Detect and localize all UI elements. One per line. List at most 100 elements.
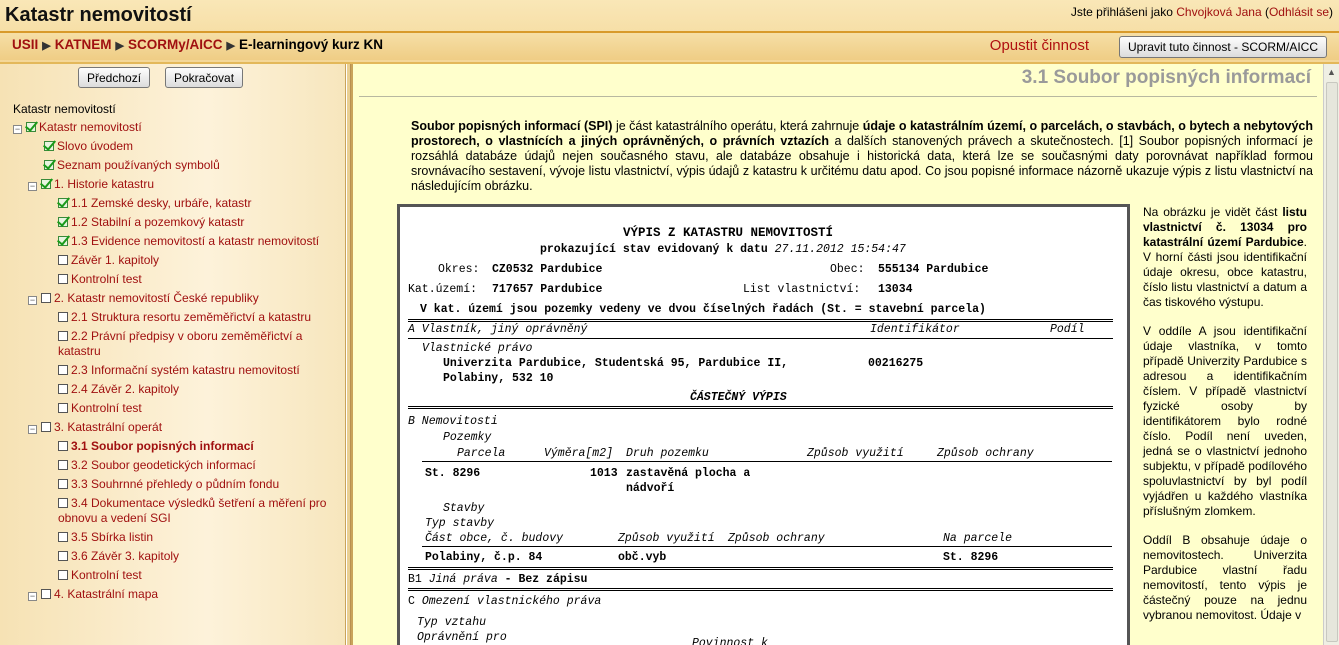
toc-item[interactable]: Kontrolní test <box>71 401 142 415</box>
incomplete-checkbox-icon <box>58 274 68 284</box>
typ-stavby-label: Typ stavby <box>425 517 495 530</box>
toc-item[interactable]: 1. Historie katastru <box>54 177 154 191</box>
completed-check-icon <box>44 160 54 170</box>
scrollbar-thumb[interactable] <box>1326 82 1338 642</box>
toc-item[interactable]: 3.3 Souhrnné přehledy o půdním fondu <box>71 477 279 491</box>
toc-item[interactable]: 1.3 Evidence nemovitostí a katastr nemov… <box>71 234 319 248</box>
identifikator-header: Identifikátor <box>870 323 960 336</box>
rule <box>408 406 1113 409</box>
extract-title: VÝPIS Z KATASTRU NEMOVITOSTÍ <box>623 226 834 240</box>
toc-item[interactable]: 2.1 Struktura resortu zeměměřictví a kat… <box>71 310 311 324</box>
completed-check-icon <box>58 217 68 227</box>
section-a-header: A Vlastník, jiný oprávněný <box>408 323 588 336</box>
toc-item[interactable]: Závěr 1. kapitoly <box>71 253 159 267</box>
user-link[interactable]: Chvojková Jana <box>1176 5 1261 19</box>
collapse-icon[interactable]: − <box>28 592 37 601</box>
breadcrumb-bar: USII ▶ KATNEM ▶ SCORMy/AICC ▶ E-learningový ku… <box>0 31 1339 60</box>
opravneni-label: Oprávnění pro <box>417 631 507 644</box>
row-vymera: 1013 <box>590 467 618 480</box>
owner-line-1: Univerzita Pardubice, Studentská 95, Par… <box>443 357 789 370</box>
povinnost-label: Povinnost k <box>692 637 768 645</box>
toc-item[interactable]: Seznam používaných symbolů <box>57 158 220 172</box>
rule <box>408 567 1113 570</box>
toc-item[interactable]: 2.4 Závěr 2. kapitoly <box>71 382 179 396</box>
obec-label: Obec: <box>830 263 865 276</box>
toc-item[interactable]: 2.3 Informační systém katastru nemovitos… <box>71 363 300 377</box>
collapse-icon[interactable]: − <box>28 182 37 191</box>
explanation-paragraph: V oddíle A jsou identifikační údaje vlas… <box>1143 324 1307 518</box>
rule <box>422 461 1112 462</box>
incomplete-checkbox-icon <box>58 570 68 580</box>
okres-value: CZ0532 Pardubice <box>492 263 603 276</box>
okres-label: Okres: <box>438 263 480 276</box>
content-frame: 3.1 Soubor popisných informací Soubor po… <box>351 64 1323 645</box>
rule <box>408 319 1113 322</box>
rule <box>408 588 1113 591</box>
toc-item[interactable]: 3.2 Soubor geodetických informací <box>71 458 256 472</box>
partial-extract-label: ČÁSTEČNÝ VÝPIS <box>690 391 787 404</box>
toc-item[interactable]: Kontrolní test <box>71 272 142 286</box>
toc-item[interactable]: 3. Katastrální operát <box>54 420 162 434</box>
toc-item[interactable]: 3.5 Sbírka listin <box>71 530 153 544</box>
section-title: 3.1 Soubor popisných informací <box>1021 67 1311 88</box>
extract-note: V kat. území jsou pozemky vedeny ve dvou… <box>420 303 986 316</box>
breadcrumb: USII ▶ KATNEM ▶ SCORMy/AICC ▶ E-learningový ku… <box>12 37 383 52</box>
col-druh: Druh pozemku <box>626 447 709 460</box>
completed-check-icon <box>44 141 54 151</box>
toc-item[interactable]: Slovo úvodem <box>57 139 133 153</box>
katuzemi-value: 717657 Pardubice <box>492 283 603 296</box>
pozemky-label: Pozemky <box>443 431 492 444</box>
toc-item[interactable]: 2. Katastr nemovitostí České republiky <box>54 291 259 305</box>
incomplete-checkbox-icon <box>58 312 68 322</box>
toc-item[interactable]: 1.2 Stabilní a pozemkový katastr <box>71 215 244 229</box>
incomplete-checkbox-icon <box>58 365 68 375</box>
previous-button[interactable]: Předchozí <box>78 67 151 88</box>
col-vymera: Výměra[m2] <box>544 447 614 460</box>
breadcrumb-katnem[interactable]: KATNEM <box>55 37 112 52</box>
incomplete-checkbox-icon <box>58 331 68 341</box>
breadcrumb-separator-icon: ▶ <box>115 40 124 52</box>
toc-item[interactable]: Katastr nemovitostí <box>39 120 142 134</box>
completed-check-icon <box>58 198 68 208</box>
scroll-up-icon[interactable]: ▲ <box>1327 67 1336 77</box>
toc-item[interactable]: 3.4 Dokumentace výsledků šetření a měřen… <box>58 496 326 525</box>
edit-activity-button[interactable]: Upravit tuto činnost - SCORM/AICC <box>1118 36 1327 58</box>
katuzemi-label: Kat.území: <box>408 283 478 296</box>
intro-paragraph: Soubor popisných informací (SPI) je část… <box>411 119 1313 194</box>
col-na-parcele: Na parcele <box>943 532 1013 545</box>
owner-id: 00216275 <box>868 357 924 370</box>
continue-button[interactable]: Pokračovat <box>165 67 244 88</box>
collapse-icon[interactable]: − <box>13 125 22 134</box>
toc-item[interactable]: Kontrolní test <box>71 568 142 582</box>
toc-item[interactable]: 4. Katastrální mapa <box>54 587 158 601</box>
row-druh-1: zastavěná plocha a <box>626 467 751 480</box>
breadcrumb-separator-icon: ▶ <box>226 40 235 52</box>
toc-panel: Předchozí Pokračovat Katastr nemovitostí… <box>0 64 346 645</box>
collapse-icon[interactable]: − <box>28 425 37 434</box>
lv-label: List vlastnictví: <box>743 283 861 296</box>
collapse-icon[interactable]: − <box>28 296 37 305</box>
intro-text: je část katastrálního operátu, která zah… <box>612 119 863 133</box>
title-divider <box>359 96 1317 97</box>
completed-check-icon <box>26 122 36 132</box>
toc-root-label: Katastr nemovitostí <box>13 102 116 116</box>
incomplete-checkbox-icon <box>58 460 68 470</box>
leave-activity-link[interactable]: Opustit činnost <box>990 37 1089 54</box>
breadcrumb-current: E-learningový kurz KN <box>238 37 383 52</box>
toc-item[interactable]: 3.6 Závěr 3. kapitoly <box>71 549 179 563</box>
stavba-parcela: St. 8296 <box>943 551 999 564</box>
logout-link[interactable]: Odhlásit se <box>1269 5 1329 19</box>
toc-item[interactable]: 1.1 Zemské desky, urbáře, katastr <box>71 196 252 210</box>
section-b1-header: B1 Jiná práva - Bez zápisu <box>408 573 588 586</box>
breadcrumb-usii[interactable]: USII <box>12 37 38 52</box>
toc-item-current[interactable]: 3.1 Soubor popisných informací <box>71 439 254 453</box>
incomplete-checkbox-icon <box>58 255 68 265</box>
lv-value: 13034 <box>878 283 913 296</box>
breadcrumb-scorm[interactable]: SCORMy/AICC <box>128 37 223 52</box>
incomplete-checkbox-icon <box>58 532 68 542</box>
explanation-text: Na obrázku je vidět část listu vlastnict… <box>1143 205 1307 637</box>
login-prefix: Jste přihlášeni jako <box>1070 5 1173 19</box>
toc-item[interactable]: 2.2 Právní předpisy v oboru zeměměřictví… <box>58 329 302 358</box>
content-scrollbar[interactable]: ▲ <box>1323 64 1339 645</box>
rule <box>422 546 1112 547</box>
